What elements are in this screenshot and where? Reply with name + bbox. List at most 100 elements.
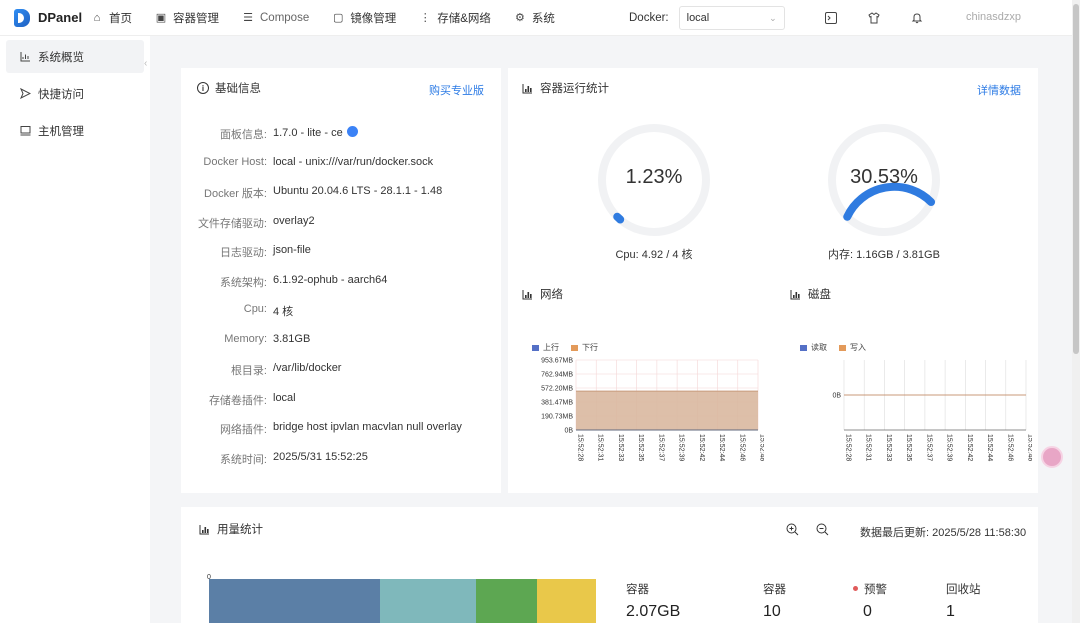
docker-label: Docker:	[629, 12, 669, 24]
chart-x-tick-label: 15:52:44	[718, 434, 725, 461]
info-label: 系统时间:	[219, 454, 267, 466]
usage-stat-value: 1	[946, 603, 955, 620]
usage-stat-container-count: 容器 10	[763, 581, 786, 621]
home-icon: ⌂	[93, 11, 101, 24]
chart-x-tick-label: 15:52:35	[905, 434, 912, 461]
memory-gauge-arc	[843, 182, 936, 221]
info-label: 系统架构:	[219, 277, 267, 289]
assistant-float-button[interactable]	[1041, 446, 1063, 468]
info-row-storage-driver: 文件存储驱动: overlay2	[181, 215, 315, 231]
info-label: 根目录:	[230, 365, 267, 377]
info-label: 存储卷插件:	[208, 395, 267, 407]
nav-images[interactable]: ▢ 镜像管理	[331, 10, 396, 26]
info-label: Memory:	[224, 333, 267, 345]
usage-stat-value: 10	[763, 603, 781, 620]
info-row-panel: 面板信息: 1.7.0 - lite - ce	[181, 126, 358, 142]
chart-y-tick-label: 190.73MB	[541, 414, 573, 421]
nav-images-label: 镜像管理	[350, 12, 397, 25]
info-row-root-dir: 根目录: /var/lib/docker	[181, 362, 342, 378]
top-nav: ⌂ 首页 ▣ 容器管理 ☰ Compose ▢ 镜像管理 ⋮ 存储&网络 ⚙ 系统	[90, 10, 577, 26]
buy-pro-link[interactable]: 购买专业版	[429, 82, 484, 98]
info-value: json-file	[273, 244, 311, 256]
info-row-arch: 系统架构: 6.1.92-ophub - aarch64	[181, 274, 387, 290]
send-icon	[18, 88, 32, 99]
zoom-in-icon[interactable]	[786, 523, 799, 539]
scrollbar-thumb[interactable]	[1073, 4, 1079, 354]
shirt-icon[interactable]	[867, 11, 881, 25]
legend-swatch	[800, 344, 807, 351]
network-title: 网络	[540, 289, 563, 301]
chart-x-tick-label: 15:52:28	[577, 434, 584, 461]
user-name[interactable]: chinasdzxp	[966, 11, 1021, 23]
chart-x-tick-label: 15:52:44	[986, 434, 993, 461]
usage-bar-segment[interactable]	[476, 579, 537, 623]
bell-icon[interactable]	[910, 11, 924, 25]
info-row-volume-plugin: 存储卷插件: local	[181, 392, 296, 408]
chart-x-tick-label: 15:52:48	[759, 434, 765, 461]
chart-x-tick-label: 15:52:37	[925, 434, 932, 461]
compose-icon: ☰	[243, 12, 253, 24]
brand[interactable]: DPanel	[0, 8, 90, 27]
chart-y-tick-label: 953.67MB	[541, 358, 573, 365]
chart-x-tick-label: 15:52:39	[946, 434, 953, 461]
info-label: 面板信息:	[219, 129, 267, 141]
info-label: Docker Host:	[203, 156, 267, 168]
docker-selector: Docker: local ⌄	[629, 0, 785, 36]
chart-x-tick-label: 15:52:46	[1006, 434, 1013, 461]
docker-host-select[interactable]: local ⌄	[678, 6, 785, 30]
info-value: 1.7.0 - lite - ce	[273, 126, 358, 142]
nav-containers[interactable]: ▣ 容器管理	[154, 10, 219, 26]
info-label: 日志驱动:	[219, 247, 267, 259]
nav-storage-label: 存储&网络	[437, 12, 491, 25]
info-row-system-time: 系统时间: 2025/5/31 15:52:25	[181, 451, 368, 467]
memory-gauge: 30.53%	[824, 120, 944, 240]
details-link[interactable]: 详情数据	[977, 82, 1021, 98]
chart-x-tick-label: 15:52:31	[865, 434, 872, 461]
stats-title: 容器运行统计	[540, 83, 609, 95]
nav-system-label: 系统	[531, 12, 555, 25]
zoom-out-icon[interactable]	[816, 523, 829, 539]
usage-bar-segment[interactable]	[379, 579, 477, 623]
nav-system[interactable]: ⚙ 系统	[513, 10, 555, 26]
nav-home[interactable]: ⌂ 首页	[90, 10, 132, 26]
info-value: 6.1.92-ophub - aarch64	[273, 274, 388, 286]
nav-compose[interactable]: ☰ Compose	[241, 11, 309, 25]
cpu-gauge-arc	[613, 212, 625, 224]
basic-info-title: 基础信息	[215, 83, 261, 95]
sidebar: 系统概览 快捷访问 主机管理	[0, 36, 150, 623]
collapse-sidebar-icon[interactable]: ‹	[144, 58, 147, 69]
chart-x-tick-label: 15:52:48	[1027, 434, 1033, 461]
panel-version: 1.7.0 - lite - ce	[273, 127, 343, 139]
sidebar-item-quick-access[interactable]: 快捷访问	[6, 77, 144, 110]
usage-stat-label: 容器	[626, 584, 649, 596]
nav-compose-label: Compose	[260, 11, 310, 24]
series-download-area	[576, 391, 758, 430]
chart-x-tick-label: 15:52:46	[738, 434, 745, 461]
nav-containers-label: 容器管理	[173, 12, 219, 25]
github-icon[interactable]	[346, 126, 358, 137]
chart-y-tick-label: 381.47MB	[541, 400, 573, 407]
usage-bar-segment[interactable]	[209, 579, 380, 623]
sidebar-item-hosts[interactable]: 主机管理	[6, 114, 144, 147]
info-label: 网络插件:	[219, 424, 267, 436]
terminal-icon[interactable]	[824, 11, 838, 25]
page-scrollbar[interactable]	[1072, 0, 1080, 623]
usage-bar-segment[interactable]	[536, 579, 596, 623]
sidebar-item-label: 主机管理	[38, 125, 84, 138]
usage-stat-container-size: 容器 2.07GB	[626, 581, 680, 621]
chart-x-tick-label: 15:52:28	[845, 434, 852, 461]
usage-stat-label: 回收站	[946, 584, 981, 596]
nav-storage-network[interactable]: ⋮ 存储&网络	[418, 10, 491, 26]
cpu-percent: 1.23%	[625, 166, 683, 188]
chart-x-tick-label: 15:52:42	[966, 434, 973, 461]
chart-y-tick-label: 762.94MB	[541, 372, 573, 379]
memory-percent: 30.53%	[850, 166, 918, 188]
chart-y-tick-label: 572.20MB	[541, 386, 573, 393]
dpanel-logo	[14, 8, 30, 27]
info-value: /var/lib/docker	[273, 362, 342, 374]
network-chart: 953.67MB 762.94MB 572.20MB 381.47MB 190.73MB…	[541, 358, 765, 462]
usage-stat-label-wrap: 预警	[853, 581, 887, 597]
sidebar-item-overview[interactable]: 系统概览	[6, 40, 144, 73]
info-value: overlay2	[273, 215, 315, 227]
disk-title: 磁盘	[808, 289, 831, 301]
